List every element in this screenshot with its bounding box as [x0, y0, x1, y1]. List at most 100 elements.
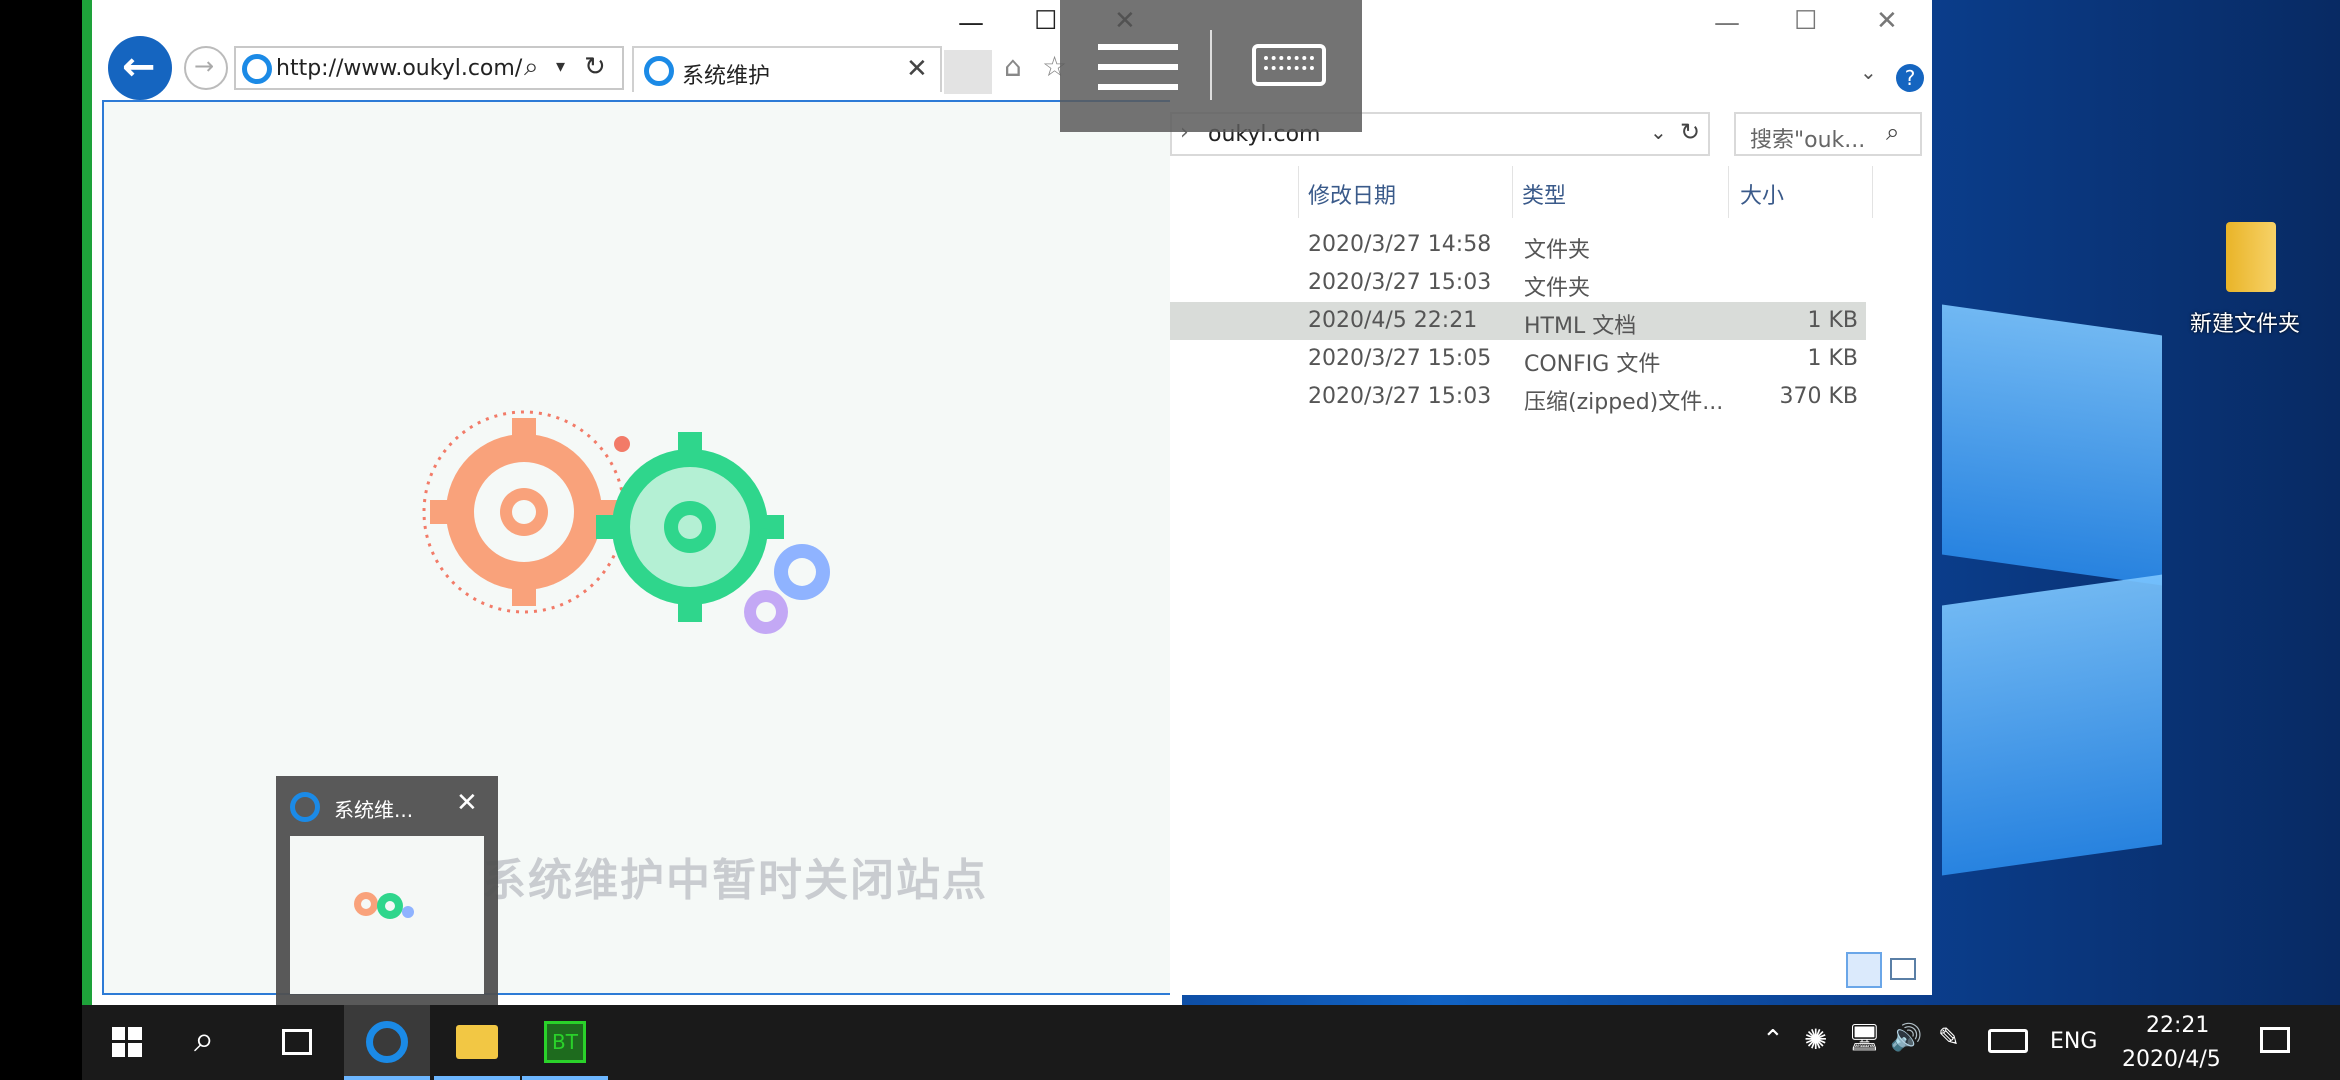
taskbar: ⌕ BT ⌃ ✺ 🖥 🔊 ✎ ENG 22:21 2020/4/5	[82, 1005, 2340, 1080]
ie-titlebar: ← → http://www.oukyl.com/ ⌕ ▾ ↻ 系统维护 ✕ ⌂…	[92, 0, 1182, 100]
taskbar-bt-button[interactable]: BT	[522, 1005, 608, 1080]
file-row-selected[interactable]: 2020/4/5 22:21 HTML 文档 1 KB	[1170, 302, 1866, 340]
details-view-icon[interactable]	[1846, 952, 1882, 988]
start-button[interactable]	[82, 1005, 168, 1080]
thumbnail-gears-icon	[354, 892, 414, 919]
ie-tab-icon	[644, 56, 674, 86]
column-separator[interactable]	[1298, 166, 1299, 218]
bt-icon: BT	[544, 1021, 586, 1063]
windows-logo-icon	[112, 1027, 142, 1057]
dropdown-icon[interactable]: ▾	[556, 56, 565, 77]
active-indicator	[522, 1076, 608, 1080]
file-row[interactable]: 2020/3/27 15:03 压缩(zipped)文件... 370 KB	[1170, 378, 1866, 416]
maximize-icon[interactable]: ☐	[1034, 6, 1057, 36]
search-icon[interactable]: ⌕	[524, 52, 539, 83]
forward-button[interactable]: →	[184, 46, 228, 90]
file-size: 370 KB	[1779, 384, 1858, 409]
refresh-icon[interactable]: ↻	[584, 52, 606, 82]
action-center-icon[interactable]	[2260, 1027, 2290, 1053]
col-header-size[interactable]: 大小	[1740, 178, 1784, 210]
new-tab-button[interactable]	[944, 50, 992, 94]
taskbar-search-button[interactable]: ⌕	[168, 1005, 254, 1080]
file-explorer-window: — ☐ ✕ ⌄ ? › oukyl.com ⌄ ↻ 搜索"ouk... ⌕ 修改…	[1170, 0, 1932, 995]
minimize-icon[interactable]: —	[958, 8, 984, 38]
back-arrow-icon: ←	[122, 44, 156, 90]
explorer-maximize-icon[interactable]: ☐	[1794, 6, 1817, 36]
explorer-close-icon[interactable]: ✕	[1876, 6, 1898, 36]
language-indicator[interactable]: ENG	[2050, 1029, 2097, 1054]
overlay-divider	[1210, 30, 1212, 100]
file-type: 文件夹	[1524, 276, 1591, 301]
ie-icon	[366, 1021, 408, 1063]
file-row[interactable]: 2020/3/27 15:05 CONFIG 文件 1 KB	[1170, 340, 1866, 378]
clock-date[interactable]: 2020/4/5	[2122, 1047, 2221, 1072]
clock-time[interactable]: 22:21	[2146, 1013, 2209, 1038]
orbit-dot	[614, 436, 630, 452]
blue-gear-icon	[774, 544, 830, 600]
search-placeholder: 搜索"ouk...	[1750, 128, 1866, 153]
file-date: 2020/3/27 15:03	[1308, 384, 1492, 409]
ie-logo-icon	[242, 54, 272, 84]
active-indicator	[344, 1076, 430, 1080]
thumbnail-close-icon[interactable]: ✕	[456, 788, 478, 818]
network-status-icon[interactable]: ✺	[1804, 1023, 1827, 1056]
file-type: 文件夹	[1524, 238, 1591, 263]
column-separator[interactable]	[1728, 166, 1729, 218]
tab-maintenance[interactable]: 系统维护 ✕	[632, 46, 942, 92]
thumbnail-image[interactable]	[290, 836, 484, 994]
forward-arrow-icon: →	[194, 52, 215, 80]
ribbon-expand-icon[interactable]: ⌄	[1860, 60, 1877, 84]
active-indicator	[434, 1076, 520, 1080]
col-header-date[interactable]: 修改日期	[1308, 178, 1396, 210]
tab-close-icon[interactable]: ✕	[906, 54, 928, 84]
file-row[interactable]: 2020/3/27 15:03 文件夹	[1170, 264, 1866, 302]
hamburger-icon[interactable]	[1098, 44, 1178, 90]
thumbnail-title: 系统维...	[334, 798, 414, 822]
taskbar-explorer-button[interactable]	[434, 1005, 520, 1080]
remote-toolbar-overlay	[1060, 0, 1362, 132]
file-date: 2020/4/5 22:21	[1308, 308, 1478, 333]
volume-icon[interactable]: 🔊	[1890, 1023, 1922, 1053]
folder-icon[interactable]	[2226, 222, 2276, 292]
gears-illustration	[422, 410, 830, 634]
network-icon[interactable]: 🖥	[1848, 1023, 1881, 1053]
address-bar[interactable]: http://www.oukyl.com/ ⌕ ▾ ↻	[234, 46, 624, 90]
file-type: 压缩(zipped)文件...	[1524, 390, 1724, 415]
keyboard-icon[interactable]	[1252, 44, 1326, 86]
explorer-refresh-icon[interactable]: ↻	[1680, 118, 1700, 146]
explorer-search-box[interactable]: 搜索"ouk... ⌕	[1734, 112, 1922, 156]
file-date: 2020/3/27 15:05	[1308, 346, 1492, 371]
taskbar-thumbnail-preview[interactable]: 系统维... ✕	[276, 776, 498, 1006]
taskbar-ie-button[interactable]	[344, 1005, 430, 1080]
wallpaper-pane	[1942, 304, 2162, 586]
ie-window: ← → http://www.oukyl.com/ ⌕ ▾ ↻ 系统维护 ✕ ⌂…	[82, 0, 1252, 1005]
show-hidden-icons-icon[interactable]: ⌃	[1762, 1025, 1784, 1055]
orange-gear-icon	[430, 418, 618, 606]
column-separator[interactable]	[1512, 166, 1513, 218]
address-text[interactable]: http://www.oukyl.com/	[276, 56, 522, 81]
orbit-dot	[758, 528, 770, 540]
large-icons-view-icon[interactable]	[1890, 958, 1916, 980]
file-date: 2020/3/27 15:03	[1308, 270, 1492, 295]
file-date: 2020/3/27 14:58	[1308, 232, 1492, 257]
file-type: CONFIG 文件	[1524, 352, 1661, 377]
explorer-search-icon[interactable]: ⌕	[1886, 118, 1899, 146]
back-button[interactable]: ←	[108, 36, 172, 100]
purple-gear-icon	[744, 590, 788, 634]
task-view-button[interactable]	[254, 1005, 340, 1080]
column-separator[interactable]	[1872, 166, 1873, 218]
maintenance-heading: 系统维护中暂时关闭站点	[482, 855, 988, 906]
help-icon[interactable]: ?	[1896, 64, 1924, 92]
col-header-type[interactable]: 类型	[1522, 178, 1566, 210]
touch-keyboard-icon[interactable]	[1988, 1029, 2028, 1053]
search-icon: ⌕	[194, 1019, 215, 1060]
home-icon[interactable]: ⌂	[1004, 50, 1022, 83]
file-size: 1 KB	[1807, 308, 1858, 333]
pen-icon[interactable]: ✎	[1938, 1023, 1960, 1053]
file-type: HTML 文档	[1524, 314, 1637, 339]
explorer-minimize-icon[interactable]: —	[1714, 8, 1740, 38]
path-dropdown-icon[interactable]: ⌄	[1650, 120, 1667, 144]
tab-title: 系统维护	[682, 64, 771, 89]
desktop-folder-label[interactable]: 新建文件夹	[2190, 306, 2300, 338]
file-row[interactable]: 2020/3/27 14:58 文件夹	[1170, 226, 1866, 264]
